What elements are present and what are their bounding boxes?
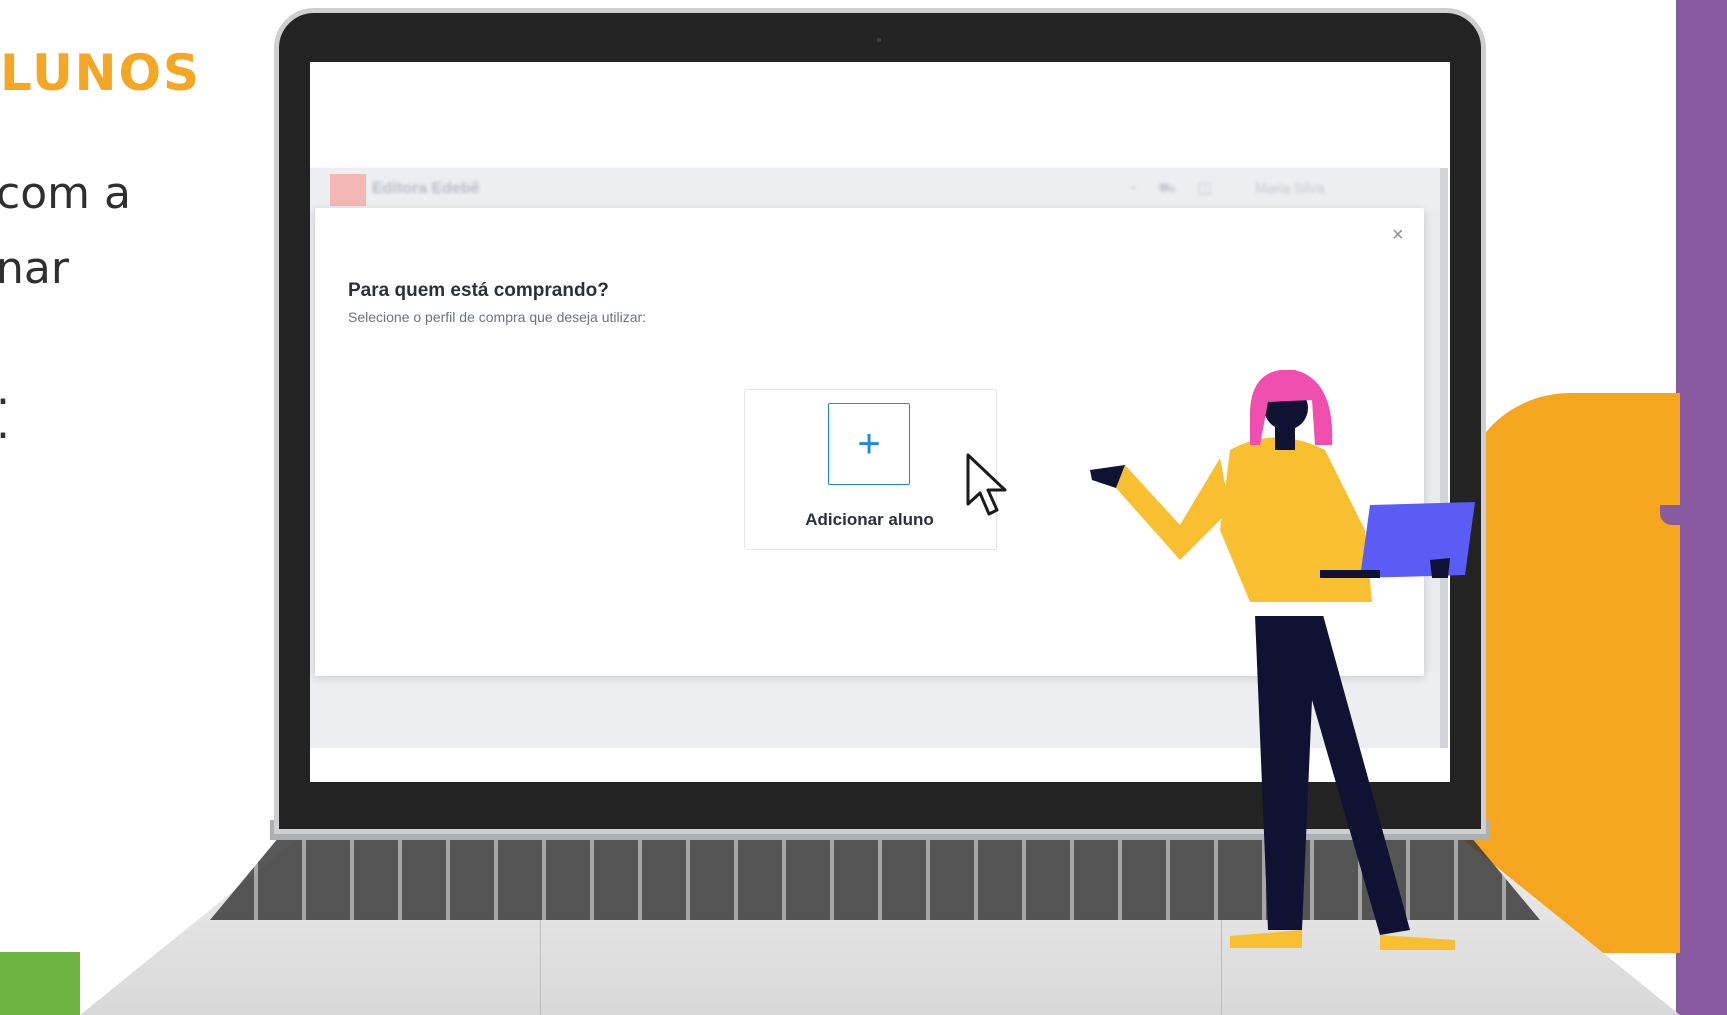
orange-shape-notch [1660, 505, 1690, 525]
person-illustration [1090, 370, 1475, 950]
notification-icon: ◫ [1198, 180, 1234, 196]
laptop-camera [877, 38, 881, 42]
slide-body-line: com a [0, 168, 131, 219]
green-corner-shape [0, 952, 80, 1015]
app-brand-name: Editora Edebê [372, 180, 480, 197]
slide-body-line: . [0, 398, 10, 449]
plus-icon: + [857, 422, 881, 466]
cart-icon: ⛟ [1158, 180, 1199, 196]
mouse-cursor-icon [966, 453, 1007, 516]
header-icons: ◔⛟◫ [1128, 180, 1233, 199]
slide-body-line: nar [0, 243, 69, 294]
dialog-title: Para quem está comprando? [348, 280, 609, 301]
add-student-button[interactable]: + [828, 403, 910, 485]
add-student-label: Adicionar aluno [805, 510, 934, 529]
app-user-name: Maria Silva [1255, 180, 1325, 196]
headset-icon: ◔ [1128, 180, 1159, 196]
dialog-subtitle: Selecione o perfil de compra que deseja … [348, 309, 647, 325]
slide-heading: LUNOS [0, 44, 202, 102]
close-icon[interactable]: × [1392, 224, 1404, 247]
app-logo [330, 174, 366, 206]
